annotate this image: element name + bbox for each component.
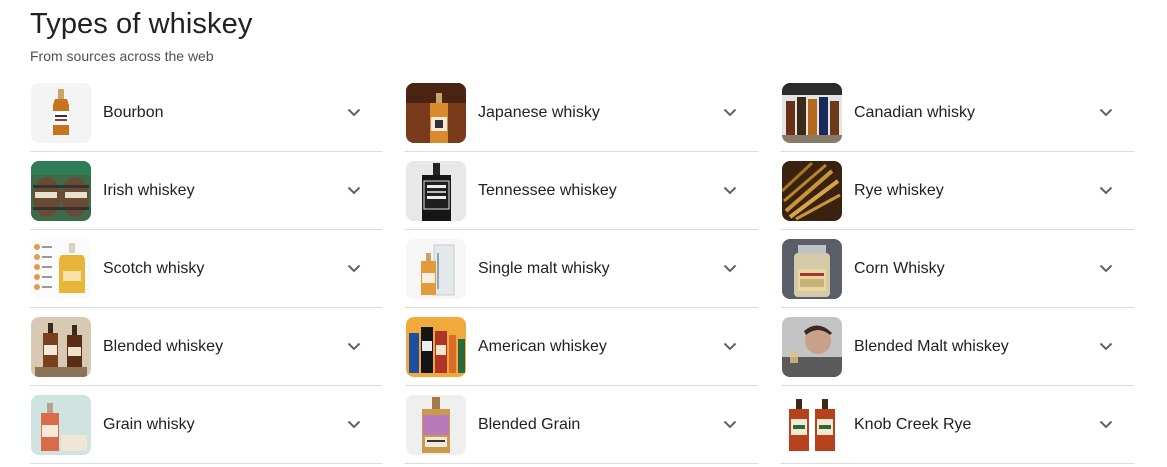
item-label: Blended Malt whiskey: [854, 337, 1009, 355]
list-item-rye-whiskey[interactable]: Rye whiskey: [781, 152, 1134, 230]
single-malt-box-image: [406, 238, 466, 299]
list-item-canadian-whisky[interactable]: Canadian whisky: [781, 74, 1134, 152]
japanese-bottle-image: [406, 82, 466, 143]
item-label: Bourbon: [103, 103, 164, 121]
item-label: Canadian whisky: [854, 103, 975, 121]
page-subtitle: From sources across the web: [30, 48, 214, 64]
list-item-scotch-whisky[interactable]: Scotch whisky: [30, 230, 382, 308]
item-label: Blended whiskey: [103, 337, 224, 355]
list-item-bourbon[interactable]: Bourbon: [30, 74, 382, 152]
corn-jar-image: [782, 238, 842, 299]
column-2: Japanese whisky Tennessee whiskey Single…: [405, 74, 758, 464]
column-3: Canadian whisky Rye whiskey Corn Whisky …: [781, 74, 1134, 464]
list-item-knob-creek-rye[interactable]: Knob Creek Rye: [781, 386, 1134, 464]
chevron-down-icon[interactable]: [1094, 257, 1118, 281]
item-label: Irish whiskey: [103, 181, 195, 199]
whiskey-types-grid: Bourbon Irish whiskey Scotch whisky Blen…: [30, 74, 1134, 464]
chevron-down-icon[interactable]: [1094, 413, 1118, 437]
blended-grain-bottle-image: [406, 394, 466, 455]
item-label: Japanese whisky: [478, 103, 600, 121]
rye-grain-image: [782, 160, 842, 221]
chevron-down-icon[interactable]: [718, 101, 742, 125]
item-label: Grain whisky: [103, 415, 195, 433]
list-item-blended-malt-whiskey[interactable]: Blended Malt whiskey: [781, 308, 1134, 386]
canadian-bottles-image: [782, 82, 842, 143]
item-label: Rye whiskey: [854, 181, 944, 199]
chevron-down-icon[interactable]: [342, 257, 366, 281]
list-item-irish-whiskey[interactable]: Irish whiskey: [30, 152, 382, 230]
chevron-down-icon[interactable]: [1094, 101, 1118, 125]
blended-bottles-image: [31, 316, 91, 377]
chevron-down-icon[interactable]: [342, 335, 366, 359]
chevron-down-icon[interactable]: [1094, 179, 1118, 203]
item-label: Scotch whisky: [103, 259, 205, 277]
list-item-corn-whisky[interactable]: Corn Whisky: [781, 230, 1134, 308]
bourbon-bottle-image: [31, 82, 91, 143]
american-bottles-image: [406, 316, 466, 377]
barrels-image: [31, 160, 91, 221]
item-label: Blended Grain: [478, 415, 581, 433]
list-item-grain-whisky[interactable]: Grain whisky: [30, 386, 382, 464]
chevron-down-icon[interactable]: [1094, 335, 1118, 359]
page-title: Types of whiskey: [30, 8, 253, 40]
scotch-infographic-image: [31, 238, 91, 299]
tennessee-bottle-image: [406, 160, 466, 221]
column-1: Bourbon Irish whiskey Scotch whisky Blen…: [30, 74, 382, 464]
list-item-blended-grain[interactable]: Blended Grain: [405, 386, 758, 464]
chevron-down-icon[interactable]: [718, 335, 742, 359]
chevron-down-icon[interactable]: [342, 413, 366, 437]
item-label: Corn Whisky: [854, 259, 945, 277]
chevron-down-icon[interactable]: [718, 257, 742, 281]
grain-bottle-image: [31, 394, 91, 455]
chevron-down-icon[interactable]: [342, 179, 366, 203]
list-item-american-whiskey[interactable]: American whiskey: [405, 308, 758, 386]
list-item-blended-whiskey[interactable]: Blended whiskey: [30, 308, 382, 386]
chevron-down-icon[interactable]: [718, 413, 742, 437]
chevron-down-icon[interactable]: [718, 179, 742, 203]
list-item-japanese-whisky[interactable]: Japanese whisky: [405, 74, 758, 152]
item-label: Single malt whisky: [478, 259, 610, 277]
man-with-glass-image: [782, 316, 842, 377]
list-item-tennessee-whiskey[interactable]: Tennessee whiskey: [405, 152, 758, 230]
item-label: American whiskey: [478, 337, 607, 355]
list-item-single-malt-whisky[interactable]: Single malt whisky: [405, 230, 758, 308]
item-label: Tennessee whiskey: [478, 181, 617, 199]
knob-creek-bottles-image: [782, 394, 842, 455]
item-label: Knob Creek Rye: [854, 415, 972, 433]
chevron-down-icon[interactable]: [342, 101, 366, 125]
